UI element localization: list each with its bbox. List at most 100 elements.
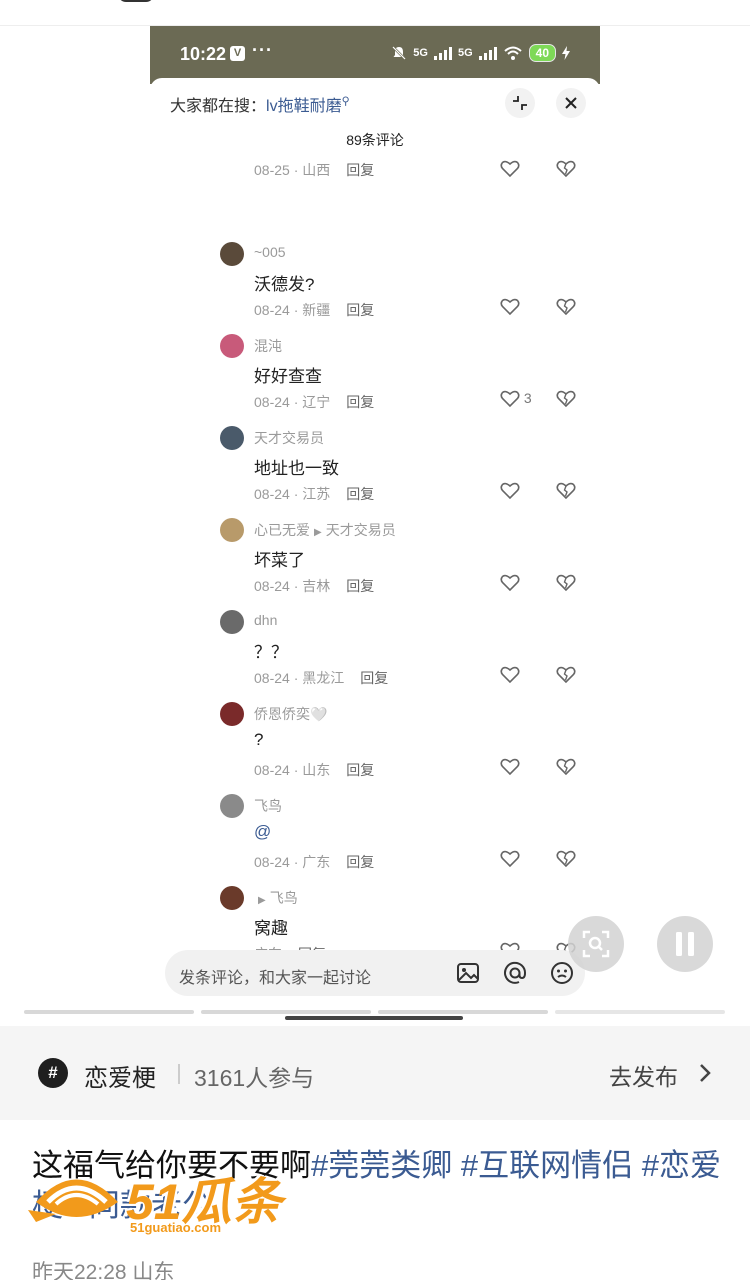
publish-link[interactable]: 去发布 bbox=[609, 1058, 678, 1092]
comment-input[interactable]: 发条评论，和大家一起讨论 bbox=[165, 950, 585, 996]
avatar[interactable] bbox=[220, 242, 244, 266]
comment-count-title: 89条评论 bbox=[346, 132, 404, 148]
reply-button[interactable]: 回复 bbox=[346, 162, 374, 178]
comment-username[interactable]: ▶ 飞鸟 bbox=[254, 888, 298, 908]
comment-meta: 08-24 · 黑龙江 回复 bbox=[254, 670, 389, 686]
image-icon[interactable] bbox=[455, 960, 481, 986]
scan-search-button[interactable] bbox=[568, 916, 624, 972]
like-button[interactable] bbox=[500, 758, 520, 776]
avatar[interactable] bbox=[220, 794, 244, 818]
comment-item[interactable]: 侨恩侨奕🤍? 08-24 · 山东 回复 bbox=[150, 694, 600, 786]
heart-icon bbox=[500, 161, 520, 178]
home-indicator bbox=[285, 1016, 463, 1020]
heart-icon bbox=[500, 483, 520, 500]
comment-username[interactable]: ~005 bbox=[254, 244, 286, 260]
avatar[interactable] bbox=[220, 610, 244, 634]
username-text: 心已无爱 bbox=[254, 522, 310, 538]
reply-button[interactable]: 回复 bbox=[346, 394, 374, 410]
collapse-button[interactable] bbox=[505, 88, 535, 118]
like-button[interactable]: 3 bbox=[500, 390, 532, 408]
dislike-button[interactable] bbox=[556, 758, 576, 781]
avatar[interactable] bbox=[220, 518, 244, 542]
like-button[interactable] bbox=[500, 160, 520, 178]
comment-meta: 08-24 · 江苏 回复 bbox=[254, 486, 375, 502]
dislike-button[interactable] bbox=[556, 574, 576, 597]
comment-region: 辽宁 bbox=[302, 394, 331, 410]
topic-row[interactable]: # 恋爱梗 3161人参与 去发布 bbox=[0, 1026, 750, 1120]
like-button[interactable] bbox=[500, 574, 520, 592]
comment-item[interactable]: ~005 沃德发? 08-24 · 新疆 回复 bbox=[150, 234, 600, 326]
like-count: 3 bbox=[523, 390, 532, 406]
reply-button[interactable]: 回复 bbox=[346, 762, 374, 778]
signal-icon bbox=[478, 46, 497, 60]
like-button[interactable] bbox=[500, 482, 520, 500]
avatar[interactable] bbox=[220, 702, 244, 726]
search-suggestion[interactable]: 大家都在搜：lv拖鞋耐磨⚲ bbox=[170, 92, 350, 116]
search-term[interactable]: lv拖鞋耐磨 bbox=[266, 98, 342, 115]
comment-item[interactable]: dhn ？？ 08-24 · 黑龙江 回复 bbox=[150, 602, 600, 694]
comment-username[interactable]: 混沌 bbox=[254, 336, 282, 356]
comment-item[interactable]: 08-25 · 山西 回复 bbox=[150, 158, 600, 234]
comment-text: 沃德发? bbox=[254, 275, 315, 294]
comment-item[interactable]: 混沌 好好查查 08-24 · 辽宁 回复 3 bbox=[150, 326, 600, 418]
comment-meta: 08-24 · 广东 回复 bbox=[254, 854, 375, 870]
like-button[interactable] bbox=[500, 850, 520, 868]
comment-username[interactable]: 心已无爱 ▶ 天才交易员 bbox=[254, 520, 396, 540]
video-player[interactable]: 10:22 V ··· 5G 5G 40 大家都在搜：lv拖鞋耐磨⚲ 89条评论… bbox=[0, 26, 750, 1026]
like-button[interactable] bbox=[500, 298, 520, 316]
comment-region: 新疆 bbox=[302, 302, 331, 318]
search-icon: ⚲ bbox=[341, 95, 350, 108]
reply-button[interactable]: 回复 bbox=[346, 302, 374, 318]
dislike-button[interactable] bbox=[556, 850, 576, 873]
mention-icon[interactable] bbox=[502, 960, 528, 986]
dislike-button[interactable] bbox=[556, 482, 576, 505]
dislike-button[interactable] bbox=[556, 160, 576, 183]
recorded-status-bar: 10:22 V ··· 5G 5G 40 bbox=[150, 26, 600, 84]
comment-date: 08-24 bbox=[254, 302, 290, 318]
comment-username[interactable]: 飞鸟 bbox=[254, 796, 282, 816]
scan-search-icon bbox=[582, 930, 610, 958]
broken-heart-icon bbox=[556, 482, 576, 500]
reply-button[interactable]: 回复 bbox=[360, 670, 388, 686]
comment-region: 吉林 bbox=[302, 578, 331, 594]
heart-icon bbox=[500, 667, 520, 684]
reply-button[interactable]: 回复 bbox=[346, 578, 374, 594]
comment-text: 地址也一致 bbox=[254, 459, 339, 478]
collapse-icon bbox=[513, 96, 527, 110]
hashtag-link[interactable]: #莞莞类卿 bbox=[311, 1148, 452, 1183]
reply-button[interactable]: 回复 bbox=[346, 486, 374, 502]
heart-icon bbox=[500, 299, 520, 316]
like-button[interactable] bbox=[500, 666, 520, 684]
dislike-button[interactable] bbox=[556, 666, 576, 689]
broken-heart-icon bbox=[556, 574, 576, 592]
username-text: 飞鸟 bbox=[254, 798, 282, 814]
comment-item[interactable]: 心已无爱 ▶ 天才交易员 坏菜了 08-24 · 吉林 回复 bbox=[150, 510, 600, 602]
comment-date: 08-24 bbox=[254, 854, 290, 870]
comment-text: ？？ bbox=[254, 643, 288, 662]
reply-button[interactable]: 回复 bbox=[346, 854, 374, 870]
status-right: 5G 5G 40 bbox=[391, 44, 570, 62]
reply-to-user: 天才交易员 bbox=[325, 522, 396, 538]
avatar[interactable] bbox=[220, 886, 244, 910]
hashtag-link[interactable]: #互联网情侣 bbox=[461, 1148, 633, 1183]
screen: 10:22 V ··· 5G 5G 40 大家都在搜：lv拖鞋耐磨⚲ 89条评论… bbox=[0, 0, 750, 1280]
comment-item[interactable]: 天才交易员地址也一致 08-24 · 江苏 回复 bbox=[150, 418, 600, 510]
pause-button[interactable] bbox=[657, 916, 713, 972]
comment-item[interactable]: 飞鸟 @08-24 · 广东 回复 bbox=[150, 786, 600, 878]
avatar[interactable] bbox=[220, 426, 244, 450]
dislike-button[interactable] bbox=[556, 390, 576, 413]
dislike-button[interactable] bbox=[556, 298, 576, 321]
app-badge-icon: V bbox=[230, 46, 245, 61]
comment-date: 08-24 bbox=[254, 394, 290, 410]
comment-username[interactable]: dhn bbox=[254, 612, 277, 628]
comment-username[interactable]: 侨恩侨奕🤍 bbox=[254, 704, 327, 724]
comment-username[interactable]: 天才交易员 bbox=[254, 428, 324, 448]
avatar[interactable] bbox=[220, 334, 244, 358]
comment-meta: 08-24 · 吉林 回复 bbox=[254, 578, 375, 594]
comment-text: ? bbox=[254, 730, 264, 749]
emoji-icon[interactable] bbox=[549, 960, 575, 986]
comment-text: @ bbox=[254, 822, 272, 841]
comment-region: 黑龙江 bbox=[302, 670, 345, 686]
close-button[interactable] bbox=[556, 88, 586, 118]
comment-sheet: 大家都在搜：lv拖鞋耐磨⚲ 89条评论 08-25 · 山西 回复 ~005 沃德发… bbox=[150, 78, 600, 1026]
